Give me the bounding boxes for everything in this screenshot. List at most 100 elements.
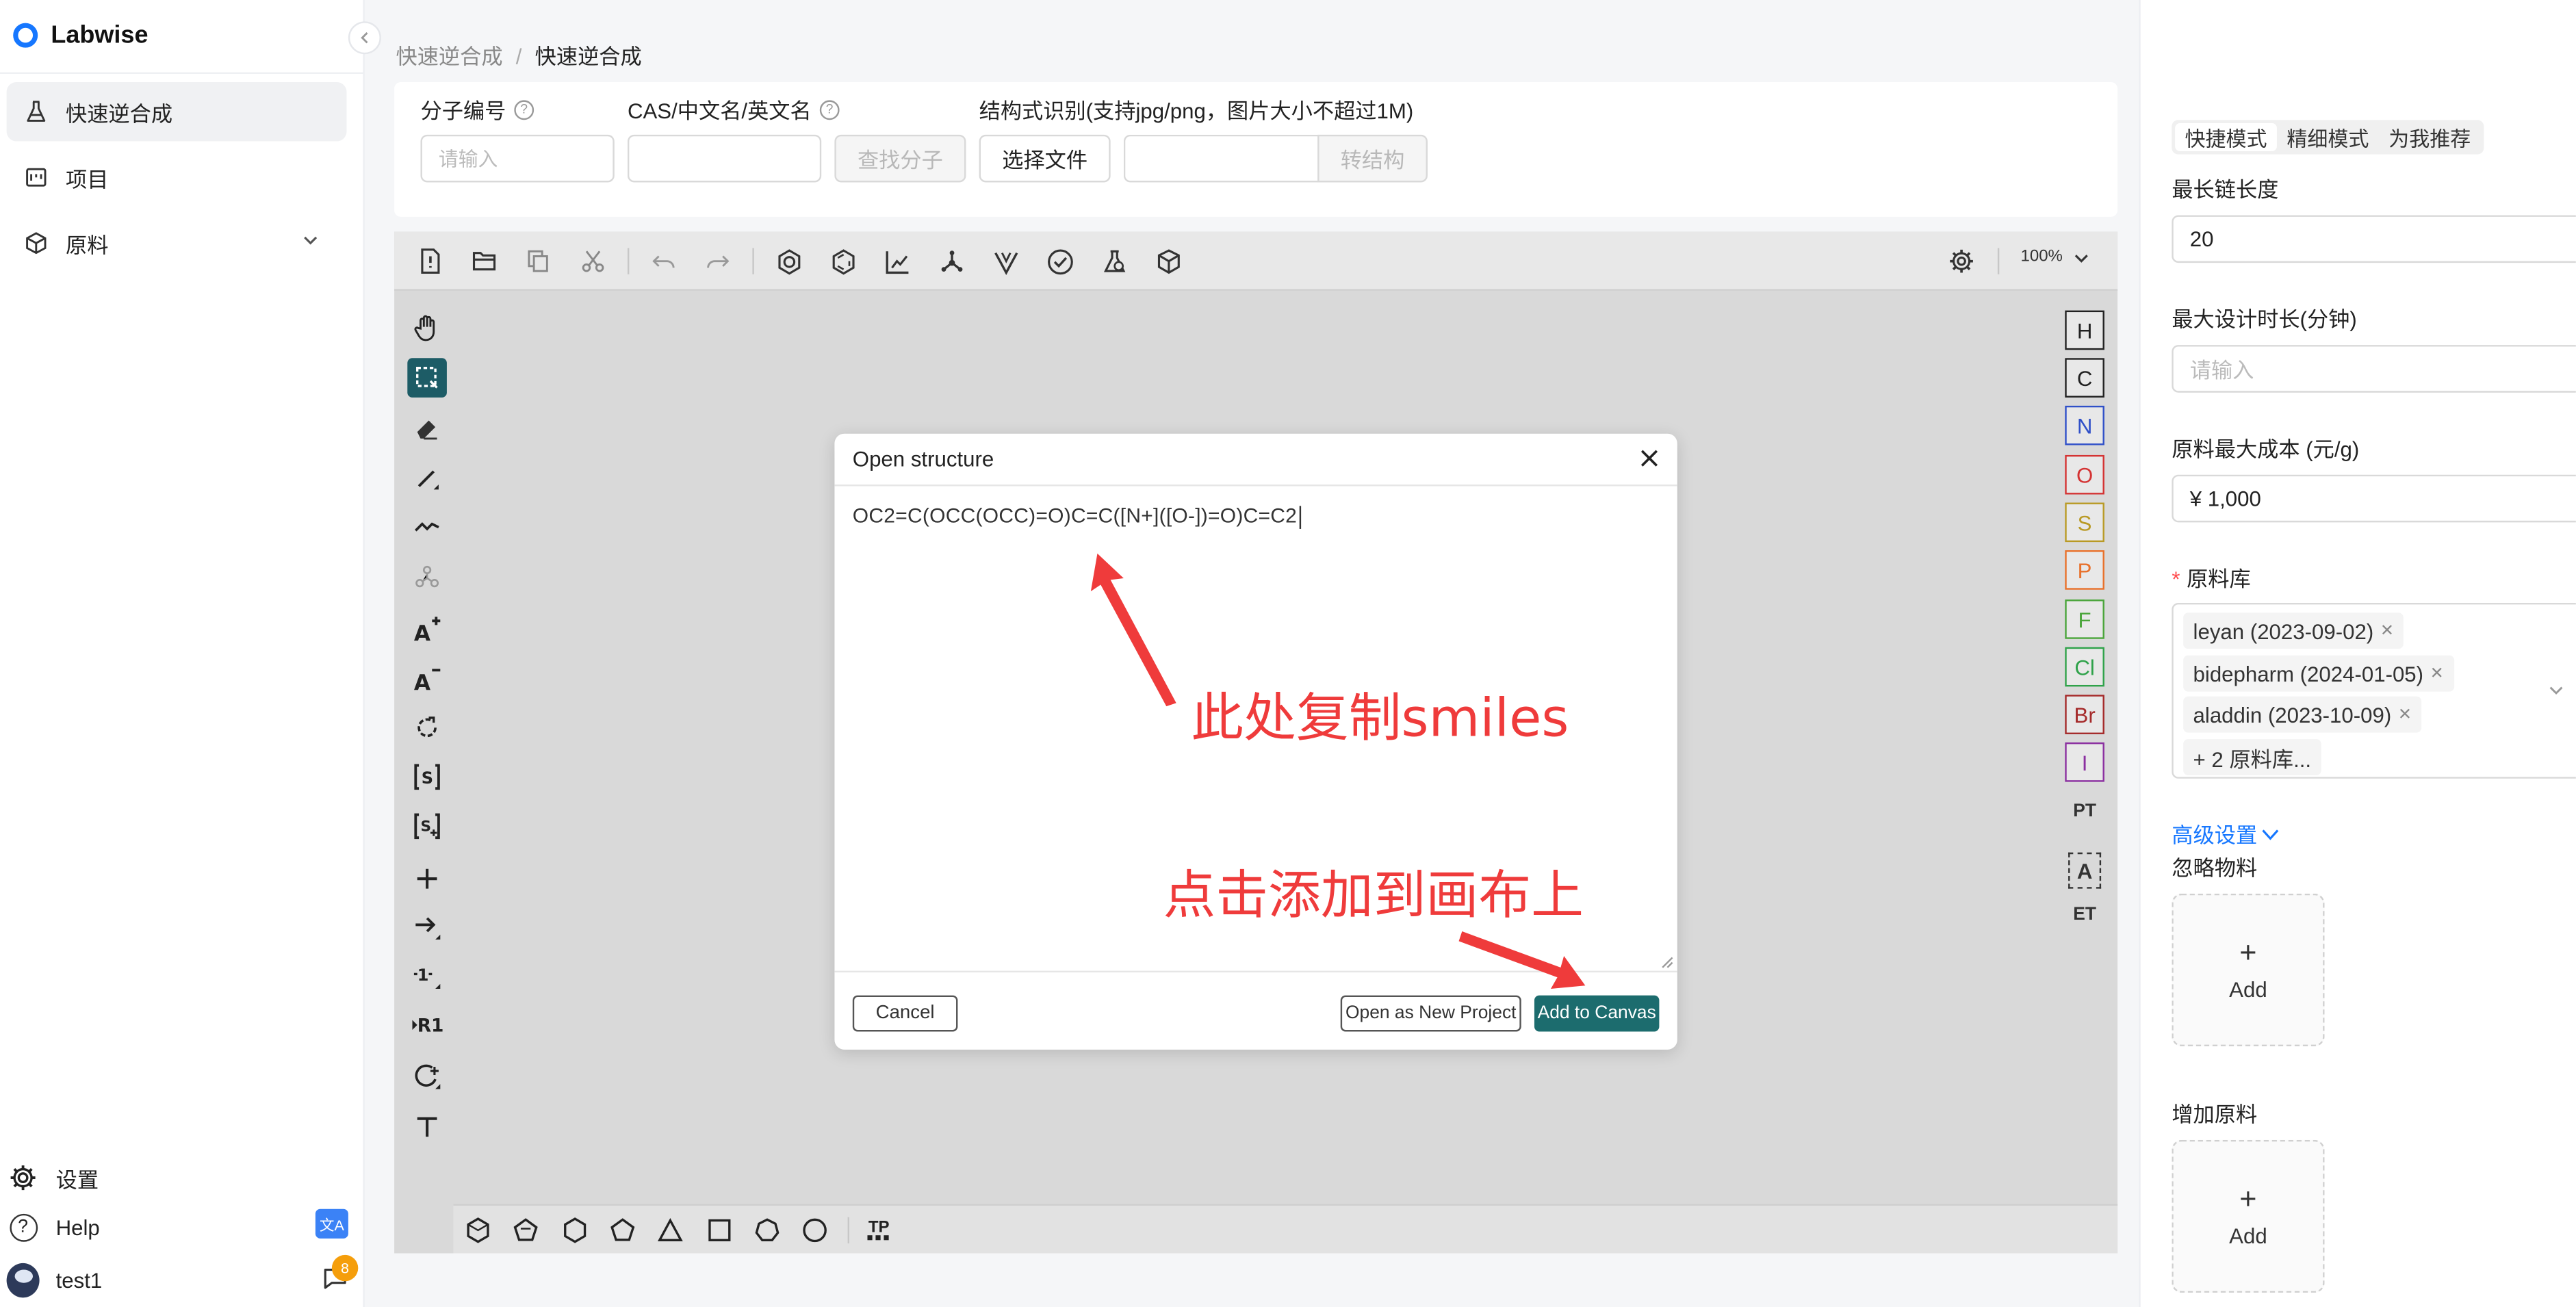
atom-c-button[interactable]: C <box>2065 358 2104 398</box>
atom-n-button[interactable]: N <box>2065 405 2104 445</box>
cas-input[interactable] <box>627 134 822 183</box>
reaction-map-icon[interactable]: 1 <box>407 956 447 996</box>
check-icon[interactable] <box>1043 245 1076 278</box>
dearomatize-icon[interactable] <box>826 245 859 278</box>
circle-icon[interactable] <box>800 1215 829 1245</box>
hexagon-icon[interactable] <box>561 1215 590 1245</box>
settings-link[interactable]: 设置 <box>7 1161 99 1194</box>
cyclopentane-3d-icon[interactable] <box>511 1215 541 1245</box>
breadcrumb-item[interactable]: 快速逆合成 <box>396 44 502 69</box>
text-icon[interactable] <box>407 1107 447 1147</box>
redo-icon[interactable] <box>701 245 734 278</box>
undo-icon[interactable] <box>647 245 680 278</box>
sidebar-item-label: 项目 <box>66 166 109 192</box>
sidebar-item-materials[interactable]: 原料 <box>7 213 347 272</box>
bond-icon[interactable] <box>407 460 447 500</box>
choose-file-button[interactable]: 选择文件 <box>979 134 1111 183</box>
new-file-icon[interactable] <box>414 245 447 278</box>
close-icon[interactable] <box>1636 445 1662 471</box>
chevron-down-icon[interactable] <box>2547 680 2566 700</box>
user-menu[interactable]: test1 <box>6 1262 103 1297</box>
pentagon-icon[interactable] <box>608 1215 637 1245</box>
attach-point-icon[interactable] <box>407 1056 447 1096</box>
question-icon[interactable]: ? <box>819 99 840 120</box>
ignore-materials-add-button[interactable]: + Add <box>2172 893 2325 1047</box>
stereo-icon[interactable] <box>989 245 1022 278</box>
select-icon[interactable] <box>407 358 447 398</box>
any-atom-button[interactable]: A <box>2068 852 2102 889</box>
atom-s-button[interactable]: S <box>2065 502 2104 543</box>
template-icon[interactable] <box>407 557 447 597</box>
find-molecule-button[interactable]: 查找分子 <box>834 134 966 183</box>
settings-icon[interactable] <box>1945 245 1978 278</box>
clean-icon[interactable] <box>935 245 968 278</box>
help-link[interactable]: ? Help <box>7 1211 100 1243</box>
add-to-canvas-button[interactable]: Add to Canvas <box>1534 995 1660 1032</box>
atom-br-button[interactable]: Br <box>2065 695 2104 734</box>
smiles-textarea[interactable]: OC2=C(OCC(OCC)=O)C=C([N+]([O-])=O)C=C2 <box>853 504 1300 529</box>
heptagon-icon[interactable] <box>752 1215 782 1245</box>
sgroup-plus-icon[interactable]: S <box>407 807 447 846</box>
triangle-icon[interactable] <box>656 1215 685 1245</box>
mode-tab-fine[interactable]: 精细模式 <box>2277 123 2379 151</box>
extra-materials-add-button[interactable]: + Add <box>2172 1139 2325 1293</box>
library-more-tag[interactable]: + 2 原料库... <box>2183 739 2321 775</box>
atom-i-button[interactable]: I <box>2065 742 2104 782</box>
cancel-button[interactable]: Cancel <box>852 995 958 1032</box>
close-icon[interactable]: ✕ <box>2380 622 2394 640</box>
mode-tab-recommend[interactable]: 为我推荐 <box>2379 123 2481 151</box>
convert-structure-button[interactable]: 转结构 <box>1317 134 1428 183</box>
open-folder-icon[interactable] <box>468 245 501 278</box>
advanced-settings-toggle[interactable]: 高级设置 <box>2172 818 2280 849</box>
atom-cl-button[interactable]: Cl <box>2065 647 2104 687</box>
atom-p-button[interactable]: P <box>2065 550 2104 590</box>
zoom-select[interactable]: 100% <box>2020 248 2089 266</box>
plus-icon[interactable] <box>407 859 447 898</box>
hand-icon[interactable] <box>407 309 447 348</box>
eraser-icon[interactable] <box>407 407 447 447</box>
sidebar-item-quick-retrosynthesis[interactable]: 快速逆合成 <box>6 82 347 142</box>
svg-text:1: 1 <box>417 966 429 985</box>
analyze-icon[interactable] <box>1097 245 1130 278</box>
resize-handle-icon[interactable] <box>1661 956 1674 969</box>
extended-table-button[interactable]: ET <box>2065 897 2104 933</box>
arrow-icon[interactable] <box>407 907 447 946</box>
square-icon[interactable] <box>705 1215 734 1245</box>
sidebar-item-projects[interactable]: 项目 <box>7 148 347 207</box>
atom-o-button[interactable]: O <box>2065 454 2104 495</box>
aromatize-icon[interactable] <box>772 245 805 278</box>
question-icon[interactable]: ? <box>514 99 534 120</box>
cut-icon[interactable] <box>577 245 610 278</box>
svg-text:A: A <box>414 621 430 644</box>
charge-plus-icon[interactable]: A <box>407 610 447 649</box>
atom-f-button[interactable]: F <box>2065 599 2104 639</box>
library-select[interactable]: leyan (2023-09-02) ✕ bidepharm (2024-01-0… <box>2172 602 2576 779</box>
cyclohexane-chair-icon[interactable] <box>463 1215 493 1245</box>
sidebar-collapse-button[interactable] <box>348 21 381 55</box>
close-icon[interactable]: ✕ <box>2430 664 2444 682</box>
3d-view-icon[interactable] <box>1152 245 1185 278</box>
charge-minus-icon[interactable]: A <box>407 659 447 699</box>
sgroup-icon[interactable]: S <box>407 758 447 797</box>
dialog-divider <box>834 484 1677 487</box>
max-time-input[interactable]: 请输入 <box>2172 345 2576 393</box>
mol-id-input[interactable]: 请输入 <box>420 134 615 183</box>
periodic-table-button[interactable]: PT <box>2065 793 2104 829</box>
language-switch-icon[interactable]: 文A <box>315 1208 348 1239</box>
max-cost-input[interactable]: ¥ 1,000 <box>2172 474 2576 523</box>
close-icon[interactable]: ✕ <box>2398 706 2412 723</box>
atom-h-button[interactable]: H <box>2065 310 2104 350</box>
mode-tab-quick[interactable]: 快捷模式 <box>2175 123 2277 151</box>
template-library-button[interactable]: TP <box>864 1215 894 1245</box>
copy-icon[interactable] <box>522 245 555 278</box>
rgroup-icon[interactable]: R1 <box>407 1005 447 1045</box>
file-name-input[interactable] <box>1123 134 1321 183</box>
open-new-project-button[interactable]: Open as New Project <box>1340 995 1521 1032</box>
chain-icon[interactable] <box>407 508 447 547</box>
annotation-copy-smiles: 此处复制smiles <box>1191 686 1569 749</box>
rotate-icon[interactable] <box>407 708 447 748</box>
max-chain-input[interactable]: 20 <box>2172 215 2576 263</box>
notification-badge: 8 <box>331 1254 359 1282</box>
layout-icon[interactable] <box>881 245 914 278</box>
app-logo[interactable]: Labwise <box>13 16 148 53</box>
